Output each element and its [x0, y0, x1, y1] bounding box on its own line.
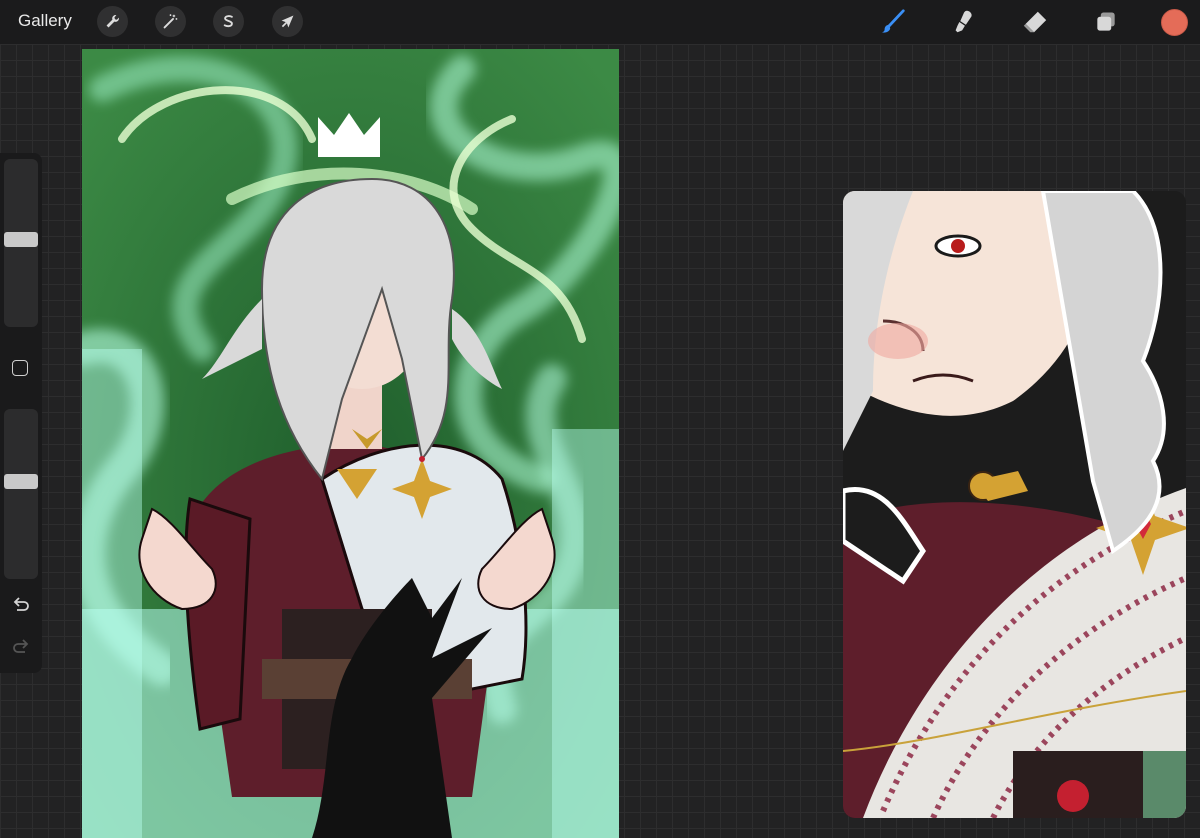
canvas-artwork [82, 49, 619, 838]
reference-image [843, 191, 1186, 818]
reference-window[interactable] [843, 191, 1186, 818]
magic-wand-icon [163, 14, 178, 29]
opacity-slider[interactable] [4, 409, 38, 579]
brush-size-knob[interactable] [4, 232, 38, 248]
wrench-icon [106, 15, 119, 28]
redo-icon[interactable] [10, 637, 32, 659]
undo-icon[interactable] [10, 595, 32, 617]
drawing-canvas[interactable] [82, 49, 619, 838]
modify-button[interactable] [12, 360, 28, 376]
color-picker-swatch[interactable] [1161, 9, 1188, 36]
layers-button[interactable] [1091, 7, 1121, 37]
eraser-icon [1023, 11, 1047, 33]
arrow-cursor-icon [281, 15, 294, 28]
brush-tool-button[interactable] [878, 7, 908, 37]
transform-button[interactable] [272, 6, 303, 37]
opacity-knob[interactable] [4, 474, 38, 490]
actions-button[interactable] [97, 6, 128, 37]
layers-icon [1097, 12, 1115, 31]
selection-s-icon [223, 15, 233, 28]
top-toolbar: Gallery [0, 0, 1200, 44]
brush-icon [881, 9, 905, 33]
gallery-button[interactable]: Gallery [18, 11, 72, 31]
smudge-icon [955, 10, 972, 33]
eraser-tool-button[interactable] [1020, 7, 1050, 37]
selection-button[interactable] [213, 6, 244, 37]
left-sidebar [0, 153, 42, 673]
smudge-tool-button[interactable] [949, 7, 979, 37]
adjustments-button[interactable] [155, 6, 186, 37]
brush-size-slider[interactable] [4, 159, 38, 327]
